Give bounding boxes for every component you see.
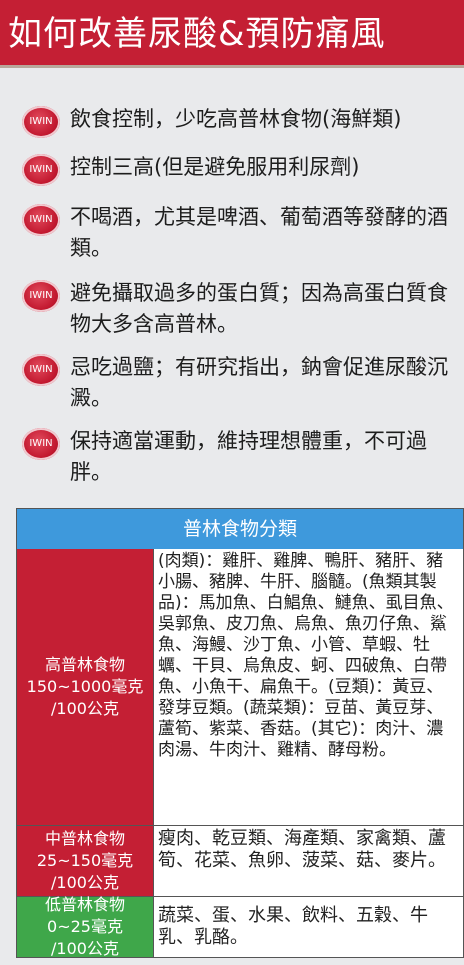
tip-text: 不喝酒，尤其是啤酒、葡萄酒等發酵的酒類。 [70,205,448,260]
category-unit: /100公克 [51,939,119,958]
tip-text: 忌吃過鹽；有研究指出，鈉會促進尿酸沉澱。 [70,355,448,410]
tip-text: 避免攝取過多的蛋白質；因為高蛋白質食物大多含高普林。 [70,281,448,336]
foods-low: 蔬菜、蛋、水果、飲料、五穀、牛乳、乳酪。 [153,897,463,957]
category-high: 高普林食物 150~1000毫克 /100公克 [17,549,153,825]
iwin-badge-icon: IWIN [22,354,60,386]
tip-text: 飲食控制，少吃高普林食物(海鮮類) [70,107,402,131]
category-name: 中普林食物 [44,829,125,848]
category-range: 25~150毫克 [36,851,134,870]
iwin-badge-icon: IWIN [22,428,60,460]
page-title: 如何改善尿酸&預防痛風 [0,0,464,68]
iwin-badge-icon: IWIN [22,204,60,236]
foods-high: (肉類)：雞肝、雞脾、鴨肝、豬肝、豬小腸、豬脾、牛肝、腦髓。(魚類其製品)：馬加… [153,549,463,825]
iwin-badge-icon: IWIN [22,106,60,138]
foods-mid: 瘦肉、乾豆類、海產類、家禽類、蘆筍、花菜、魚卵、菠菜、菇、麥片。 [153,826,463,896]
tip-text: 保持適當運動，維持理想體重，不可過胖。 [70,429,427,484]
category-name: 低普林食物 [44,895,125,914]
tip-text: 控制三高(但是避免服用利尿劑) [70,155,360,179]
table-title: 普林食物分類 [17,509,463,549]
category-name: 高普林食物 [44,655,125,674]
category-unit: /100公克 [51,873,119,892]
category-low: 低普林食物 0~25毫克 /100公克 [17,895,153,958]
category-range: 0~25毫克 [47,917,123,936]
iwin-badge-icon: IWIN [22,154,60,186]
category-unit: /100公克 [51,699,119,718]
purine-food-table: 普林食物分類 高普林食物 150~1000毫克 /100公克 (肉類)：雞肝、雞… [16,508,464,958]
iwin-badge-icon: IWIN [22,280,60,312]
category-range: 150~1000毫克 [26,677,144,696]
category-mid: 中普林食物 25~150毫克 /100公克 [17,826,153,896]
